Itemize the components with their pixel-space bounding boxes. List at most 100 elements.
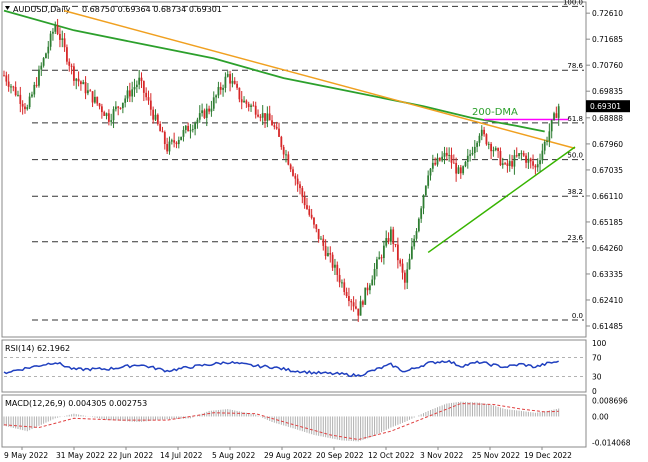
candle-body	[355, 306, 357, 309]
candle-body	[7, 81, 10, 87]
x-tick-label: 29 Aug 2022	[264, 451, 312, 460]
candle-body	[289, 164, 292, 170]
candle-body	[47, 46, 50, 54]
chart-canvas: AUDUSD,Daily 0.68750 0.69364 0.68734 0.6…	[1, 0, 631, 460]
candle-body	[362, 301, 364, 305]
candle-body	[413, 238, 416, 247]
candle-body	[61, 38, 64, 40]
candle-body	[532, 161, 534, 166]
candle-body	[417, 218, 420, 232]
candle-body	[49, 33, 52, 47]
candle-body	[112, 109, 115, 121]
candle-body	[555, 113, 558, 118]
candle-body	[550, 119, 553, 132]
candle-body	[152, 109, 155, 120]
candle-body	[243, 100, 245, 103]
candle-body	[385, 238, 388, 246]
candle-body	[424, 185, 427, 196]
candle-body	[394, 244, 397, 246]
candle-body	[415, 231, 418, 239]
candle-body	[100, 106, 103, 113]
candle-body	[499, 150, 502, 166]
candle-body	[196, 119, 199, 124]
candle-body	[541, 150, 544, 161]
candle-body	[534, 165, 537, 168]
candle-body	[434, 162, 437, 165]
candle-body	[194, 123, 197, 130]
candle-body	[119, 107, 122, 109]
candle-body	[38, 69, 40, 86]
candle-body	[441, 156, 444, 161]
candle-body	[501, 163, 504, 166]
candle-body	[135, 84, 138, 88]
candle-body	[107, 113, 110, 122]
candle-body	[10, 86, 12, 88]
candle-body	[147, 97, 150, 101]
candle-body	[110, 120, 113, 122]
candle-body	[371, 279, 374, 286]
price-tick-label: 0.67960	[592, 140, 623, 149]
candle-body	[520, 153, 523, 155]
candle-body	[103, 112, 106, 116]
candle-body	[536, 164, 539, 168]
candle-body	[84, 82, 87, 94]
candle-body	[73, 66, 75, 81]
candle-body	[410, 246, 413, 259]
candle-body	[229, 74, 231, 84]
price-panel-frame	[1, 1, 587, 338]
candle-body	[450, 154, 453, 163]
candle-body	[401, 263, 404, 273]
candle-body	[557, 106, 560, 118]
price-tick-label: 0.62410	[592, 296, 623, 305]
price-tick-label: 0.65185	[592, 218, 623, 227]
candle-body	[87, 90, 89, 94]
candle-body	[259, 116, 262, 118]
candle-body	[480, 129, 483, 136]
candle-body	[331, 254, 334, 268]
candle-body	[369, 285, 371, 291]
candle-body	[133, 87, 136, 90]
candle-body	[173, 140, 176, 143]
candle-body	[226, 74, 229, 77]
candle-body	[126, 90, 129, 99]
price-tick-label: 0.72610	[592, 9, 623, 18]
candle-body	[252, 105, 255, 107]
candle-body	[63, 38, 66, 48]
candle-body	[438, 157, 441, 161]
candle-body	[217, 86, 220, 96]
candle-body	[273, 125, 276, 127]
candle-body	[443, 152, 446, 157]
candle-body	[464, 161, 467, 167]
candle-body	[455, 162, 458, 174]
candle-body	[436, 157, 439, 165]
candle-body	[201, 110, 204, 114]
x-tick-label: 19 Dec 2022	[524, 451, 572, 460]
fib-label: 100.0	[563, 0, 583, 6]
candle-body	[40, 65, 43, 70]
candle-body	[387, 238, 390, 242]
price-tick-label: 0.63335	[592, 270, 623, 279]
candle-body	[473, 146, 476, 153]
candle-body	[182, 129, 185, 137]
candle-body	[187, 125, 190, 132]
rsi-tick-label: 70	[592, 353, 602, 362]
candle-body	[275, 126, 278, 129]
candle-body	[420, 208, 423, 219]
candle-body	[45, 53, 47, 59]
candle-body	[205, 108, 208, 118]
candle-body	[161, 131, 164, 133]
candle-body	[406, 269, 409, 283]
x-tick-label: 14 Jul 2022	[160, 451, 203, 460]
candle-body	[233, 80, 236, 84]
candle-body	[131, 89, 134, 97]
symbol-timeframe: AUDUSD,Daily	[13, 5, 71, 14]
candle-body	[91, 91, 94, 103]
rsi-tick-label: 0	[592, 387, 597, 396]
candle-body	[140, 77, 143, 82]
candle-body	[485, 134, 488, 145]
macd-tick-label: 0.00	[592, 412, 609, 421]
candle-body	[210, 108, 213, 112]
candle-body	[21, 103, 24, 107]
candle-body	[345, 291, 348, 297]
dropdown-arrow-icon[interactable]	[5, 6, 10, 10]
